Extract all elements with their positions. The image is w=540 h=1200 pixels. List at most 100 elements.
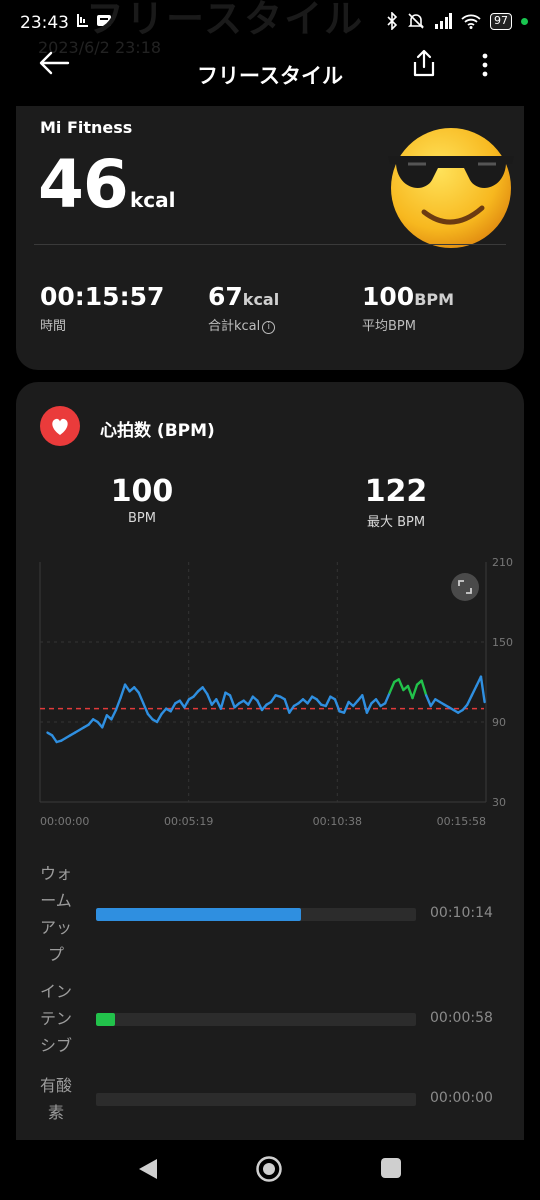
more-options-icon[interactable]: [470, 48, 500, 82]
nav-recents-icon[interactable]: [381, 1158, 401, 1178]
chart-line-segment: [114, 696, 122, 712]
navigation-bar: [0, 1140, 540, 1200]
chart-x-tick-label: 00:10:38: [313, 815, 362, 828]
chart-line-segment: [361, 694, 369, 714]
chart-y-tick-label: 210: [492, 556, 513, 569]
chart-y-tick-label: 30: [492, 796, 506, 809]
chart-line-segment: [479, 675, 486, 704]
chart-line-segment: [429, 698, 437, 708]
chart-x-tick-label: 00:05:19: [164, 815, 213, 828]
summary-divider: [34, 244, 506, 245]
wifi-icon: [461, 14, 481, 29]
chart-line-segment: [397, 678, 405, 692]
chart-x-tick-label: 00:00:00: [40, 815, 89, 828]
zone-progress-track: [96, 1093, 416, 1106]
stat-total-kcal: 67kcal 合計kcal i: [208, 282, 279, 334]
status-time: 23:43: [20, 13, 69, 33]
zone-label: 有酸素: [36, 1072, 76, 1126]
share-icon[interactable]: [408, 48, 440, 80]
zone-label-line: プ: [47, 945, 64, 964]
chart-line-segment: [411, 683, 419, 700]
zone-label: ウォ ーム アップ: [36, 860, 76, 968]
chart-line-segment: [374, 698, 382, 708]
calories-unit: kcal: [130, 188, 176, 212]
zone-progress-fill: [96, 1012, 116, 1026]
ghost-title: フリースタイル: [86, 0, 365, 41]
chart-line-segment: [342, 700, 350, 714]
signal-icon: [435, 13, 452, 29]
info-icon[interactable]: i: [262, 321, 276, 334]
chart-line-segment: [283, 698, 291, 714]
chart-line-segment: [470, 684, 478, 697]
chart-line-segment: [155, 712, 163, 724]
average-bpm-value: 100: [110, 474, 174, 509]
average-bpm-metric: 100 BPM: [72, 474, 212, 526]
stat-average-bpm: 100BPM 平均BPM: [362, 282, 454, 334]
chart-x-tick-label: 00:15:58: [437, 815, 486, 828]
chart-line-segment: [119, 683, 127, 700]
chart-line-segment: [388, 680, 396, 694]
chart-line-segment: [110, 708, 118, 721]
chart-line-segment: [247, 695, 255, 706]
chart-line-segment: [201, 686, 209, 696]
expand-chart-icon[interactable]: [450, 572, 480, 602]
nav-back-icon[interactable]: [137, 1157, 159, 1181]
zone-label-line: 素: [47, 1103, 64, 1122]
zone-label-line: イン: [39, 982, 72, 1001]
chart-line-segment: [406, 684, 414, 700]
chart-y-tick-label: 150: [492, 636, 513, 649]
status-icons-right: 97: [386, 12, 528, 30]
chart-line-segment: [50, 734, 58, 744]
heart-badge: [40, 406, 80, 446]
sunglasses-emoji-icon: [388, 128, 514, 248]
heart-rate-card: 心拍数 (BPM) 100 BPM 122 最大 BPM 210 150 90 30 0…: [16, 382, 524, 1142]
stat-average-bpm-value: 100BPM: [362, 282, 455, 311]
nav-home-icon[interactable]: [255, 1155, 283, 1183]
zone-label-line: アッ: [39, 918, 72, 937]
zone-label: イン テン シブ: [36, 978, 76, 1059]
calories-value: 46: [38, 146, 129, 223]
summary-card: Mi Fitness 46 kcal 00:15:57 時間 67kcal 合計…: [16, 106, 524, 370]
chart-line-segment: [101, 714, 109, 729]
average-bpm-label: BPM: [128, 511, 156, 526]
stat-duration-label: 時間: [40, 319, 67, 334]
bluetooth-icon: [387, 12, 398, 30]
chart-line-segment: [383, 691, 391, 705]
chart-line-segment: [123, 683, 131, 693]
stat-total-kcal-label: 合計kcal i: [208, 315, 279, 334]
zone-time: 00:10:14: [430, 905, 493, 921]
max-bpm-metric: 122 最大 BPM: [326, 474, 466, 530]
chart-line-segment: [169, 702, 177, 713]
chart-line-segment: [466, 694, 474, 706]
privacy-dot: [521, 17, 528, 25]
header: フリースタイル: [0, 44, 540, 104]
zone-progress-fill: [96, 908, 301, 921]
zone-label-line: テン: [39, 1009, 72, 1028]
stat-duration: 00:15:57 時間: [40, 282, 164, 334]
chart-line-segment: [324, 695, 332, 708]
heart-icon: [52, 418, 68, 435]
chart-y-tick-label: 90: [492, 716, 506, 729]
zone-progress-track: [96, 908, 416, 921]
max-bpm-label: 最大 BPM: [366, 515, 426, 530]
zone-progress-track: [96, 1012, 416, 1026]
page-title: フリースタイル: [197, 64, 343, 88]
zone-label-line: ウォ: [39, 864, 72, 883]
chart-line-segment: [137, 691, 145, 705]
chart-line-segment: [228, 694, 236, 709]
zone-time: 00:00:58: [430, 1009, 493, 1026]
chart-line-segment: [206, 692, 213, 706]
stat-average-bpm-label: 平均BPM: [362, 319, 416, 334]
chart-line-segment: [269, 694, 277, 704]
stat-total-kcal-value: 67kcal: [208, 282, 280, 311]
chart-line-segment: [219, 691, 227, 710]
chart-line-segment: [420, 679, 428, 697]
chart-line-segment: [142, 702, 150, 716]
zone-label-line: ーム: [40, 891, 72, 910]
heart-rate-title: 心拍数 (BPM): [100, 421, 215, 441]
chart-line-segment: [425, 694, 432, 708]
app-name: Mi Fitness: [40, 118, 133, 137]
zone-label-line: シブ: [39, 1036, 72, 1055]
mute-bell-icon: [408, 13, 424, 29]
max-bpm-value: 122: [364, 474, 428, 509]
